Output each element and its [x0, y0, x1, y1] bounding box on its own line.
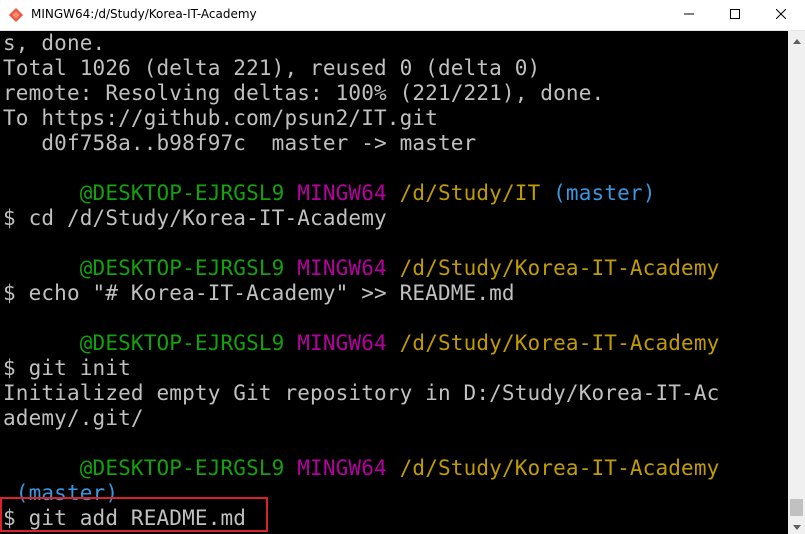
- terminal-text-segment: /d/Study/Korea-IT-Academy: [399, 256, 720, 280]
- terminal-text-segment: $ echo "# Korea-IT-Academy" >> README.md: [3, 281, 515, 305]
- terminal-line: $ echo "# Korea-IT-Academy" >> README.md: [3, 281, 515, 306]
- vertical-scrollbar[interactable]: [788, 31, 805, 534]
- terminal-text-segment: MINGW64: [297, 456, 400, 480]
- close-button[interactable]: [758, 0, 804, 30]
- terminal-text-segment: Initialized empty Git repository in D:/S…: [3, 381, 720, 405]
- arrow-down-icon: [792, 517, 801, 534]
- scroll-down-button[interactable]: [788, 517, 805, 534]
- terminal-line: $ cd /d/Study/Korea-IT-Academy: [3, 206, 387, 231]
- terminal-line: (master): [3, 481, 118, 506]
- scroll-up-button[interactable]: [788, 31, 805, 48]
- terminal-text-segment: /d/Study/Korea-IT-Academy: [399, 331, 720, 355]
- maximize-icon: [730, 6, 740, 24]
- window-title: MINGW64:/d/Study/Korea-IT-Academy: [31, 7, 257, 21]
- minimize-button[interactable]: [666, 0, 712, 30]
- terminal-text-segment: MINGW64: [297, 331, 400, 355]
- terminal-text-segment: /d/Study/IT: [399, 181, 554, 205]
- terminal-text-segment: remote: Resolving deltas: 100% (221/221)…: [3, 81, 605, 105]
- terminal-text-segment: Total 1026 (delta 221), reused 0 (delta …: [3, 56, 541, 80]
- terminal-window: MINGW64:/d/Study/Korea-IT-Academy s, don…: [0, 0, 805, 534]
- terminal-text-segment: @DESKTOP-EJRGSL9: [3, 256, 298, 280]
- terminal-text-segment: MINGW64: [297, 256, 400, 280]
- terminal-text-segment: @DESKTOP-EJRGSL9: [3, 181, 298, 205]
- terminal-text-segment: $ cd /d/Study/Korea-IT-Academy: [3, 206, 387, 230]
- terminal-line: d0f758a..b98f97c master -> master: [3, 131, 476, 156]
- terminal-line: $ git add README.md: [3, 506, 246, 531]
- terminal-line: remote: Resolving deltas: 100% (221/221)…: [3, 81, 604, 106]
- terminal-text-segment: $ git add README.md: [3, 506, 247, 530]
- terminal-text-segment: (master): [3, 481, 119, 505]
- terminal-text-segment: d0f758a..b98f97c master -> master: [3, 131, 477, 155]
- terminal-line: @DESKTOP-EJRGSL9 MINGW64 /d/Study/Korea-…: [3, 256, 720, 281]
- terminal-line: @DESKTOP-EJRGSL9 MINGW64 /d/Study/Korea-…: [3, 456, 720, 481]
- terminal-line: @DESKTOP-EJRGSL9 MINGW64 /d/Study/Korea-…: [3, 331, 720, 356]
- terminal-output[interactable]: s, done. Total 1026 (delta 221), reused 0…: [0, 31, 788, 534]
- minimize-icon: [684, 6, 694, 24]
- terminal-line: ademy/.git/: [3, 406, 144, 431]
- terminal-text-segment: $ git init: [3, 356, 131, 380]
- maximize-button[interactable]: [712, 0, 758, 30]
- terminal-line: @DESKTOP-EJRGSL9 MINGW64 /d/Study/IT (ma…: [3, 181, 656, 206]
- terminal-text-segment: MINGW64: [297, 181, 400, 205]
- terminal-text-segment: /d/Study/Korea-IT-Academy: [399, 456, 720, 480]
- terminal-text-segment: (master): [553, 181, 656, 205]
- mingw-diamond-icon[interactable]: [9, 8, 23, 22]
- terminal-text-segment: s, done.: [3, 31, 106, 55]
- terminal-line: s, done.: [3, 31, 105, 56]
- title-bar[interactable]: MINGW64:/d/Study/Korea-IT-Academy: [0, 0, 805, 31]
- close-icon: [775, 6, 787, 24]
- terminal-text-segment: @DESKTOP-EJRGSL9: [3, 456, 298, 480]
- terminal-text-segment: @DESKTOP-EJRGSL9: [3, 331, 298, 355]
- scroll-thumb[interactable]: [790, 499, 803, 516]
- terminal-line: Initialized empty Git repository in D:/S…: [3, 381, 719, 406]
- arrow-up-icon: [792, 31, 801, 49]
- terminal-text-segment: To https://github.com/psun2/IT.git: [3, 106, 438, 130]
- terminal-line: $ git init: [3, 356, 131, 381]
- terminal-line: To https://github.com/psun2/IT.git: [3, 106, 438, 131]
- terminal-line: Total 1026 (delta 221), reused 0 (delta …: [3, 56, 540, 81]
- terminal-text-segment: ademy/.git/: [3, 406, 144, 430]
